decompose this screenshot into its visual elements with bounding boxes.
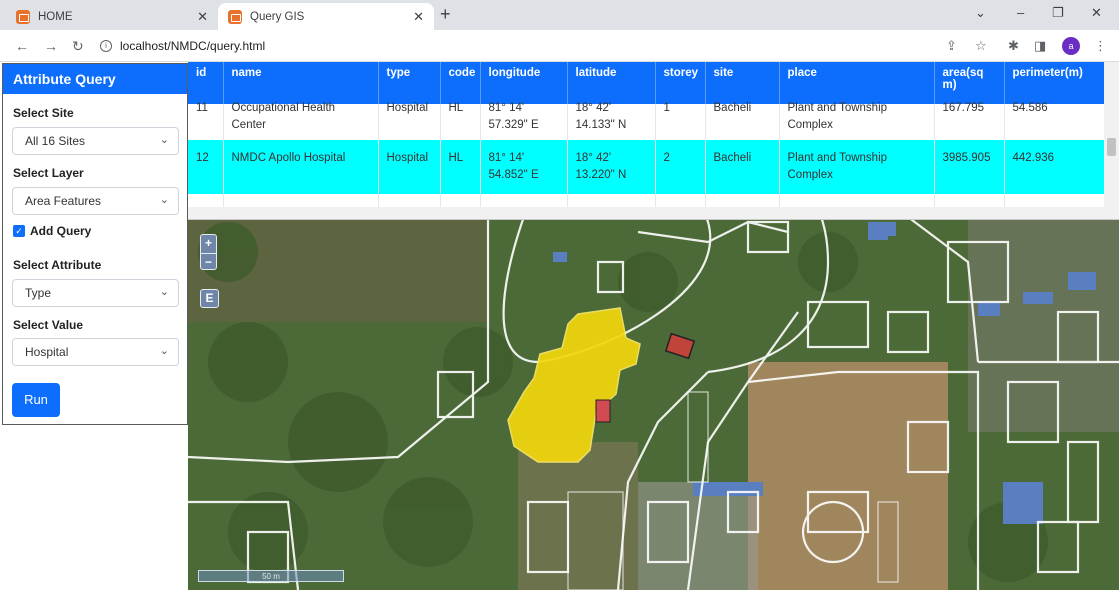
tab-query-gis-label: Query GIS bbox=[250, 10, 305, 23]
layer-select-value: Area Features bbox=[25, 194, 102, 208]
table-row-selected[interactable]: 12 NMDC Apollo Hospital Hospital HL 81° … bbox=[188, 140, 1105, 194]
run-button[interactable]: Run bbox=[12, 383, 60, 417]
value-select[interactable]: Hospital ⌄ bbox=[12, 338, 179, 366]
col-header-place[interactable]: place bbox=[779, 62, 935, 104]
select-layer-label: Select Layer bbox=[13, 166, 84, 180]
cell-code: HL bbox=[440, 140, 481, 194]
browser-menu-icon[interactable]: ⋮ bbox=[1094, 38, 1107, 54]
col-header-perimeter[interactable]: perimeter(m) bbox=[1004, 62, 1105, 104]
cell-id: 12 bbox=[188, 140, 224, 194]
browser-tab-bar: HOME ✕ Query GIS ✕ + ⌄ – ❐ ✕ bbox=[0, 0, 1119, 30]
tab-query-gis[interactable]: Query GIS ✕ bbox=[218, 3, 434, 30]
table-vertical-scrollbar[interactable] bbox=[1104, 62, 1119, 208]
col-header-code[interactable]: code bbox=[440, 62, 481, 104]
cell-storey: 2 bbox=[655, 140, 706, 194]
profile-avatar[interactable]: a bbox=[1062, 37, 1080, 55]
cell-storey: 1 bbox=[663, 102, 670, 114]
back-icon[interactable]: ← bbox=[15, 38, 29, 54]
minimize-icon[interactable]: – bbox=[1017, 5, 1024, 20]
table-horizontal-scrollbar[interactable] bbox=[188, 207, 1119, 219]
new-tab-icon[interactable]: + bbox=[440, 4, 451, 25]
cell-latitude: 18° 42' 14.133" N bbox=[575, 102, 627, 131]
select-value-label: Select Value bbox=[13, 318, 84, 332]
chevron-down-icon: ⌄ bbox=[159, 345, 169, 357]
chevron-down-icon: ⌄ bbox=[159, 286, 169, 298]
scale-bar: 50 m bbox=[198, 570, 344, 582]
cell-type: Hospital bbox=[386, 102, 429, 114]
select-site-label: Select Site bbox=[13, 106, 74, 120]
add-query-checkbox[interactable]: ✓ bbox=[13, 225, 25, 237]
scroll-thumb[interactable] bbox=[1107, 138, 1116, 156]
zoom-extent-button[interactable]: E bbox=[200, 289, 219, 308]
panel-title: Attribute Query bbox=[3, 64, 187, 94]
cell-perimeter: 442.936 bbox=[1004, 140, 1105, 194]
col-header-name[interactable]: name bbox=[223, 62, 379, 104]
cell-name: Occupational Health Center bbox=[231, 102, 336, 131]
zoom-in-button[interactable]: + bbox=[201, 235, 216, 253]
close-tab-icon[interactable]: ✕ bbox=[413, 9, 424, 25]
attribute-select-value: Type bbox=[25, 286, 52, 300]
table-header-row: id name type code longitude latitude sto… bbox=[188, 62, 1105, 104]
tab-search-icon[interactable]: ⌄ bbox=[975, 5, 986, 21]
window-close-icon[interactable]: ✕ bbox=[1091, 5, 1102, 21]
select-attribute-label: Select Attribute bbox=[13, 258, 102, 272]
cell-site: Bacheli bbox=[713, 102, 752, 114]
cell-area: 167.795 bbox=[942, 102, 985, 114]
cell-place: Plant and Township Complex bbox=[779, 140, 935, 194]
restore-icon[interactable]: ❐ bbox=[1052, 5, 1064, 21]
cell-id: 11 bbox=[196, 102, 208, 114]
col-header-storey[interactable]: storey bbox=[655, 62, 706, 104]
cell-latitude: 18° 42' 13.220" N bbox=[567, 140, 656, 194]
col-header-site[interactable]: site bbox=[705, 62, 780, 104]
layer-select[interactable]: Area Features ⌄ bbox=[12, 187, 179, 215]
tab-home-label: HOME bbox=[38, 10, 73, 23]
attribute-query-panel: Attribute Query Select Site All 16 Sites… bbox=[2, 63, 188, 425]
zoom-control: + − bbox=[200, 234, 217, 270]
url-field[interactable]: i localhost/NMDC/query.html bbox=[100, 35, 265, 57]
cell-type: Hospital bbox=[378, 140, 441, 194]
close-tab-icon[interactable]: ✕ bbox=[197, 9, 208, 25]
attribute-select[interactable]: Type ⌄ bbox=[12, 279, 179, 307]
site-select[interactable]: All 16 Sites ⌄ bbox=[12, 127, 179, 155]
cell-area: 3985.905 bbox=[934, 140, 1005, 194]
results-table: id name type code longitude latitude sto… bbox=[188, 62, 1105, 210]
cell-site: Bacheli bbox=[705, 140, 780, 194]
chevron-down-icon: ⌄ bbox=[159, 194, 169, 206]
app-favicon-icon bbox=[228, 9, 242, 24]
url-text: localhost/NMDC/query.html bbox=[120, 39, 266, 53]
forward-icon[interactable]: → bbox=[44, 38, 58, 54]
col-header-longitude[interactable]: longitude bbox=[480, 62, 568, 104]
col-header-id[interactable]: id bbox=[188, 62, 224, 104]
add-query-label[interactable]: Add Query bbox=[30, 224, 91, 238]
reload-icon[interactable]: ↻ bbox=[72, 38, 84, 55]
cell-perimeter: 54.586 bbox=[1012, 102, 1048, 114]
col-header-latitude[interactable]: latitude bbox=[567, 62, 656, 104]
value-select-value: Hospital bbox=[25, 345, 69, 359]
results-table-panel: id name type code longitude latitude sto… bbox=[188, 62, 1119, 220]
cell-code: HL bbox=[448, 102, 464, 114]
site-select-value: All 16 Sites bbox=[25, 134, 86, 148]
share-icon[interactable]: ⇪ bbox=[946, 38, 957, 54]
col-header-type[interactable]: type bbox=[378, 62, 441, 104]
address-bar: ← → ↻ i localhost/NMDC/query.html ⇪ ☆ ✱ … bbox=[0, 30, 1119, 62]
cell-longitude: 81° 14' 54.852" E bbox=[480, 140, 568, 194]
cell-longitude: 81° 14' 57.329" E bbox=[488, 102, 539, 131]
cell-name: NMDC Apollo Hospital bbox=[223, 140, 379, 194]
tab-home[interactable]: HOME ✕ bbox=[6, 3, 218, 30]
site-info-icon[interactable]: i bbox=[100, 40, 112, 52]
chevron-down-icon: ⌄ bbox=[159, 134, 169, 146]
cell-place: Plant and Township Complex bbox=[787, 102, 888, 131]
bookmark-star-icon[interactable]: ☆ bbox=[975, 38, 987, 54]
table-row[interactable]: 11 Occupational Health Center Hospital H… bbox=[188, 102, 1105, 140]
app-favicon-icon bbox=[16, 9, 30, 24]
side-panel-icon[interactable]: ◨ bbox=[1034, 38, 1046, 54]
extensions-icon[interactable]: ✱ bbox=[1008, 38, 1019, 54]
col-header-area[interactable]: area(sq m) bbox=[934, 62, 1005, 104]
zoom-out-button[interactable]: − bbox=[201, 253, 216, 271]
